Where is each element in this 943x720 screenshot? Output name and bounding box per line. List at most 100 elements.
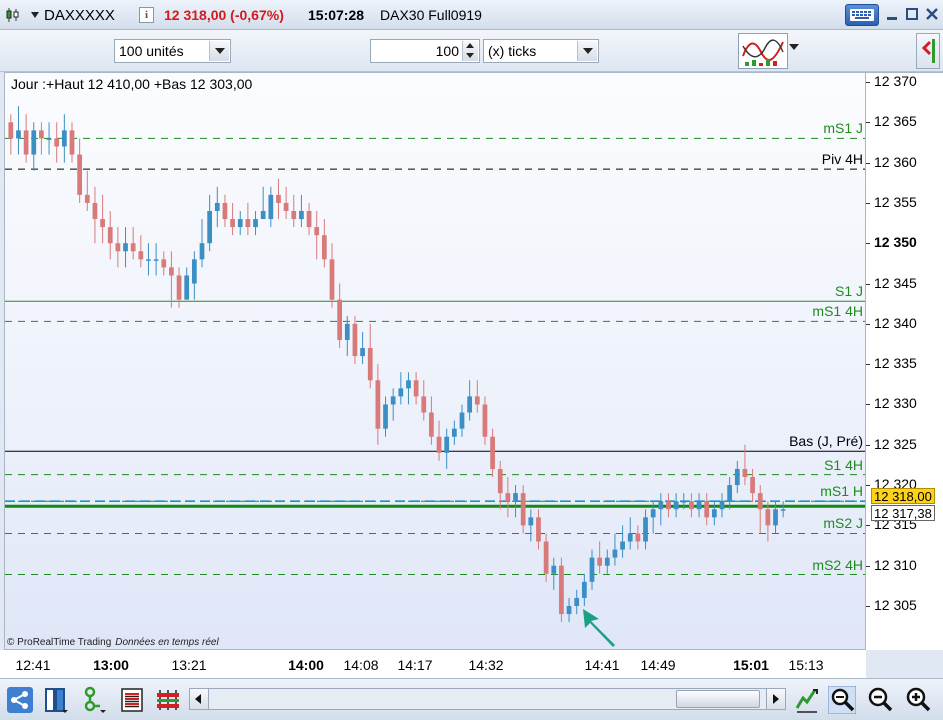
candle-body (176, 275, 182, 300)
spin-down-icon[interactable] (466, 53, 474, 58)
candle-body (92, 202, 98, 220)
candle-body (719, 501, 725, 510)
scroll-left-icon[interactable] (190, 689, 209, 709)
candle-body (222, 202, 228, 220)
candle-body (283, 202, 289, 211)
price-axis[interactable]: 12 370 12 365 12 360 12 355 12 350 12 345 12 3… (866, 72, 943, 650)
title-bar: DAXXXXX i 12 318,00 (-0,67%) 15:07:28 DA… (0, 0, 943, 30)
price-tick-mark (866, 283, 870, 285)
candle-body (31, 130, 37, 155)
list-icon[interactable] (118, 686, 146, 714)
candle-body (39, 130, 44, 139)
indicator-tree-icon[interactable] (80, 686, 108, 714)
dropdown-arrow-icon[interactable] (31, 12, 39, 18)
candle-body (107, 227, 113, 244)
candle-body (8, 122, 14, 139)
candle-body (513, 493, 518, 502)
ticks-stepper[interactable]: 100 (370, 39, 480, 63)
candle-body (169, 267, 174, 276)
candle-body (23, 130, 29, 155)
candle-body (413, 380, 419, 397)
candlestick-chart[interactable] (5, 73, 865, 649)
candle-body (467, 396, 473, 413)
candle-body (765, 509, 771, 526)
level-label-8: mS2 4H (812, 556, 863, 573)
candle-body (451, 428, 457, 437)
candle-body (191, 259, 197, 284)
time-tick-label: 13:00 (93, 657, 129, 673)
chevron-down-icon[interactable] (789, 44, 799, 50)
close-icon[interactable] (924, 6, 940, 22)
zoom-out-icon[interactable] (866, 686, 894, 714)
zoom-fit-icon[interactable] (828, 686, 856, 714)
chevron-down-icon[interactable] (577, 41, 597, 61)
candle-body (497, 468, 503, 494)
auto-scale-icon[interactable] (793, 686, 821, 714)
candle-body (536, 517, 541, 542)
maximize-icon[interactable] (904, 6, 920, 22)
candle-body (130, 243, 136, 252)
price-tick-label: 12 350 (874, 234, 917, 251)
candle-body (245, 219, 251, 228)
price-tick-mark (866, 525, 870, 527)
candlestick-logo-icon[interactable] (6, 7, 20, 23)
horizontal-scrollbar[interactable] (189, 688, 786, 710)
instrument-name[interactable]: DAXXXXX (44, 7, 115, 24)
zoom-in-icon[interactable] (904, 686, 932, 714)
candle-body (299, 210, 304, 220)
candle-body (390, 396, 396, 405)
candle-body (459, 412, 465, 429)
price-chart[interactable]: Jour :+Haut 12 410,00 +Bas 12 303,00 mS1… (4, 72, 866, 650)
candle-body (757, 493, 763, 510)
candle-body (643, 517, 648, 542)
units-select[interactable]: 100 unités (114, 39, 231, 63)
realtime-notice: Données en temps réel (115, 637, 219, 648)
price-tick-mark (866, 444, 870, 446)
time-axis[interactable]: 12:41 13:00 13:21 14:00 14:08 14:17 14:32 14:41… (0, 650, 866, 678)
scroll-right-icon[interactable] (766, 689, 785, 709)
collapse-panel-button[interactable] (916, 33, 940, 69)
bars-icon[interactable] (154, 686, 182, 714)
time-tick-label: 15:13 (788, 657, 824, 673)
scrollbar-thumb[interactable] (676, 690, 760, 708)
candle-body (597, 557, 603, 566)
time-tick-label: 14:41 (584, 657, 620, 673)
candle-body (742, 468, 748, 478)
candle-body (115, 243, 121, 252)
ticks-value[interactable]: 100 (436, 43, 459, 59)
candle-body (581, 581, 587, 598)
keyboard-button[interactable] (845, 4, 879, 26)
level-label-6: mS1 H (820, 483, 863, 500)
candle-body (727, 485, 733, 502)
candle-body (337, 299, 343, 340)
layout-icon[interactable] (42, 686, 70, 714)
ticks-unit-select[interactable]: (x) ticks (483, 39, 599, 63)
candle-body (161, 259, 167, 268)
level-label-3: mS1 4H (812, 303, 863, 320)
chevron-down-icon[interactable] (209, 41, 229, 61)
price-tick-mark (866, 202, 870, 204)
price-tick-label: 12 325 (874, 435, 917, 452)
price-tick-label: 12 360 (874, 153, 917, 170)
price-change: 12 318,00 (-0,67%) (164, 7, 284, 23)
spin-buttons[interactable] (462, 41, 478, 61)
spin-up-icon[interactable] (466, 43, 474, 48)
info-icon[interactable]: i (139, 7, 154, 23)
price-tick-mark (866, 82, 870, 83)
candle-body (666, 501, 671, 510)
clock-time: 15:07:28 (308, 7, 365, 23)
candle-body (352, 323, 358, 357)
candle-body (375, 380, 381, 429)
candle-body (321, 235, 327, 260)
price-tick-label: 12 310 (874, 556, 917, 573)
price-tick-label: 12 370 (874, 73, 917, 89)
candle-body (627, 533, 633, 542)
minimize-icon[interactable] (884, 6, 900, 22)
candle-body (689, 501, 694, 510)
candle-body (436, 436, 442, 453)
candle-body (253, 219, 258, 228)
candle-body (69, 130, 75, 155)
indicators-button[interactable] (738, 33, 788, 69)
share-icon[interactable] (6, 686, 34, 714)
price-tick-label: 12 355 (874, 193, 917, 210)
